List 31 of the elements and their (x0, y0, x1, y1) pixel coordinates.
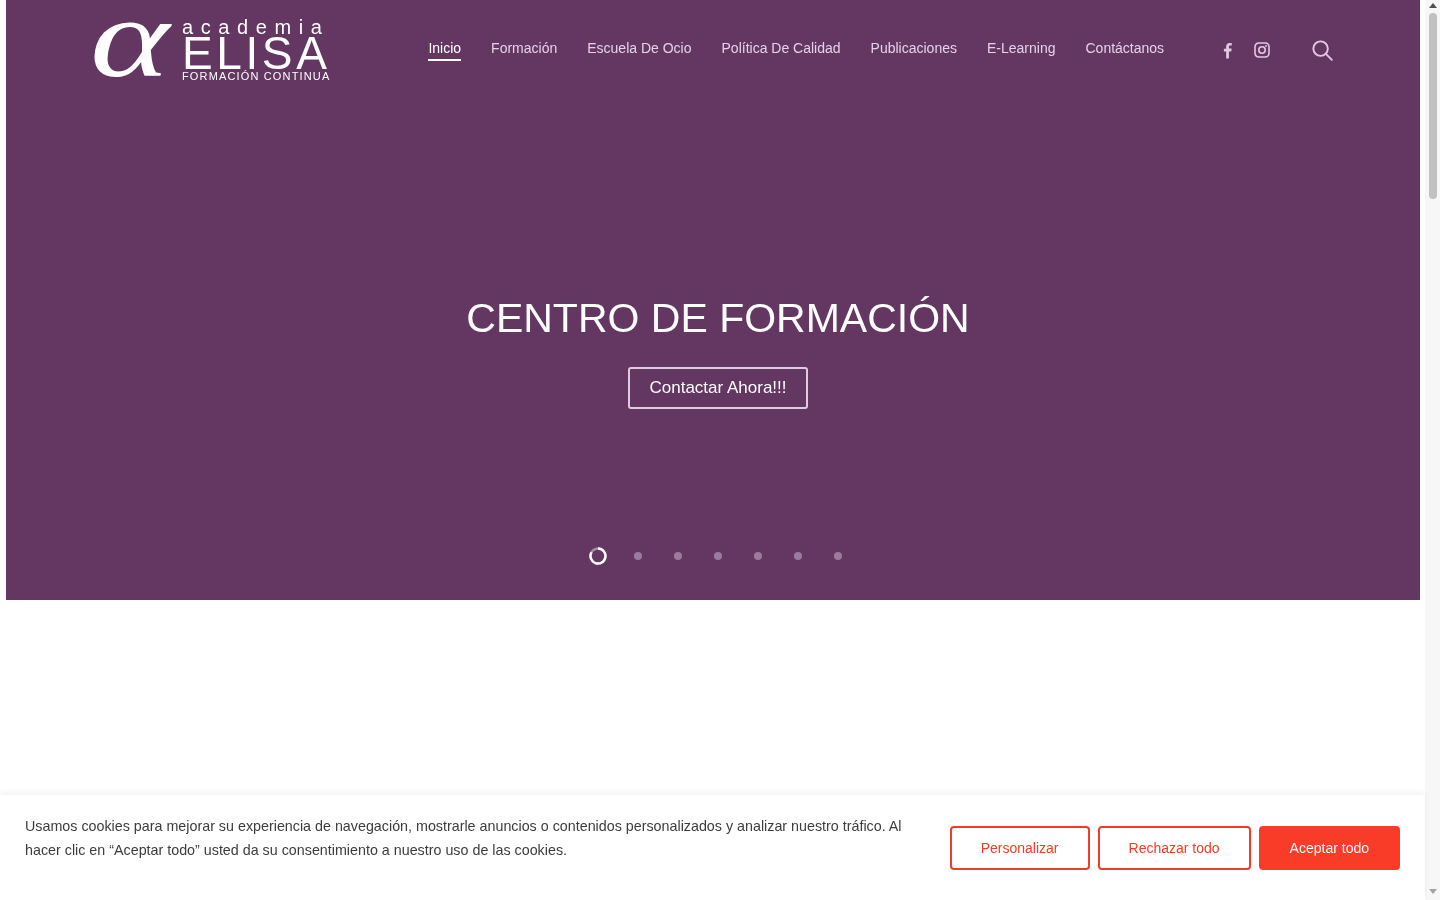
nav-link[interactable]: Inicio (428, 39, 462, 61)
nav-link[interactable]: Escuela De Ocio (587, 39, 692, 61)
nav-link[interactable]: Política De Calidad (721, 39, 841, 61)
nav-link[interactable]: Contáctanos (1085, 39, 1165, 61)
nav-link[interactable]: Formación (491, 39, 558, 61)
pagination-dot-icon[interactable] (634, 552, 642, 560)
progress-ring-icon[interactable] (589, 547, 607, 565)
scrollbar[interactable] (1425, 0, 1440, 900)
logo-title: ELISA (182, 35, 331, 71)
cookie-notice-text: Usamos cookies para mejorar su experiencia de navegación, mostrarle anuncios o contenidos personalizados y analizar nuestro tráfico. Al hacer clic en “Aceptar todo” usted da su consentimiento a nuestro uso de las cookies. (25, 817, 903, 860)
logo-subtitle: academia (182, 18, 330, 36)
outline-button[interactable]: Personalizar (949, 826, 1090, 870)
facebook-icon[interactable] (1223, 41, 1232, 59)
pagination-dot-icon[interactable] (674, 552, 682, 560)
accept-button[interactable]: Aceptar todo (1258, 826, 1400, 870)
outline-button[interactable]: Rechazar todo (1097, 826, 1251, 870)
nav-link[interactable]: Publicaciones (870, 39, 957, 61)
search-icon[interactable] (1312, 39, 1333, 61)
nav-link[interactable]: E-Learning (987, 39, 1056, 61)
logo-tagline: FORMACIÓN CONTINUA (182, 70, 331, 82)
contact-button[interactable]: Contactar Ahora!!! (628, 367, 808, 409)
pagination-dot-icon[interactable] (754, 552, 762, 560)
scrollbar-thumb[interactable] (1428, 13, 1437, 199)
scroll-up-arrow-icon[interactable] (1428, 3, 1437, 8)
pagination-dot-icon[interactable] (714, 552, 722, 560)
scroll-down-arrow-icon[interactable] (1428, 889, 1437, 894)
logo-mark: α (90, 19, 173, 79)
pagination-dot-icon[interactable] (834, 552, 842, 560)
hero-title: CENTRO DE FORMACIÓN (466, 294, 970, 343)
instagram-icon[interactable] (1254, 42, 1270, 58)
pagination-dot-icon[interactable] (794, 552, 802, 560)
